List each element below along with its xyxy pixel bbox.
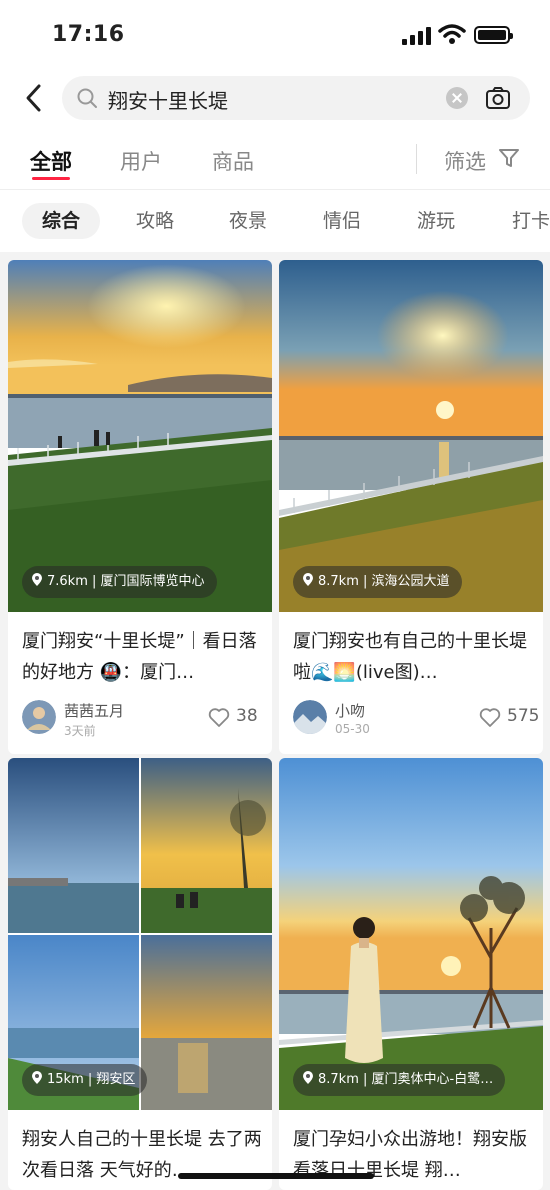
avatar[interactable]: [293, 700, 327, 734]
location-tag[interactable]: 15km | 翔安区: [22, 1064, 148, 1096]
location-text: 15km | 翔安区: [47, 1072, 136, 1087]
note-card[interactable]: 7.6km | 厦门国际博览中心 厦门翔安“十里长堤”｜看日落的好地方 🚇：厦门…: [8, 260, 272, 754]
post-date: 05-30: [335, 722, 370, 736]
search-result-tabs: 全部 用户 商品 筛选: [0, 128, 550, 190]
clear-search-icon[interactable]: [446, 87, 468, 109]
cellular-signal-icon: [402, 27, 432, 45]
location-pin-icon: [32, 1071, 42, 1084]
location-pin-icon: [303, 1071, 313, 1084]
heart-icon[interactable]: [479, 708, 501, 728]
chip-couples[interactable]: 情侣: [303, 203, 381, 239]
note-card[interactable]: 15km | 翔安区 翔安人自己的十里长堤 去了两次看日落 天气好的…: [8, 758, 272, 1190]
home-indicator[interactable]: [178, 1173, 374, 1179]
post-date: 3天前: [64, 724, 96, 738]
filter-button[interactable]: 筛选: [444, 146, 486, 176]
status-bar: 17:16: [0, 0, 550, 68]
note-card[interactable]: 8.7km | 厦门奥体中心-白鹭… 厦门孕妇小众出游地！翔安版看落日十里长堤 …: [279, 758, 543, 1190]
note-title[interactable]: 厦门翔安也有自己的十里长堤啦🌊🌅(live图)…: [293, 626, 533, 688]
search-query-text[interactable]: 翔安十里长堤: [108, 85, 228, 114]
back-arrow-icon[interactable]: [20, 82, 48, 114]
camera-search-icon[interactable]: [485, 85, 511, 111]
like-count: 575: [507, 706, 540, 726]
location-text: 8.7km | 滨海公园大道: [318, 574, 450, 589]
location-pin-icon: [303, 573, 313, 586]
author-name[interactable]: 小吻: [335, 700, 365, 721]
status-time: 17:16: [52, 22, 125, 47]
filter-icon[interactable]: [498, 147, 520, 169]
battery-icon: [474, 26, 513, 44]
location-pin-icon: [32, 573, 42, 586]
chip-play[interactable]: 游玩: [397, 203, 475, 239]
heart-icon[interactable]: [208, 708, 230, 728]
location-tag[interactable]: 8.7km | 厦门奥体中心-白鹭…: [293, 1064, 506, 1096]
location-tag[interactable]: 7.6km | 厦门国际博览中心: [22, 566, 217, 598]
search-input[interactable]: 翔安十里长堤: [62, 76, 530, 120]
chip-night-view[interactable]: 夜景: [209, 203, 287, 239]
active-tab-indicator: [32, 177, 70, 180]
author-name[interactable]: 茜茜五月: [64, 700, 124, 721]
tab-users[interactable]: 用户: [120, 146, 162, 176]
tab-all[interactable]: 全部: [30, 146, 72, 176]
location-text: 8.7km | 厦门奥体中心-白鹭…: [318, 1072, 494, 1087]
search-icon: [77, 88, 97, 108]
chip-guide[interactable]: 攻略: [116, 203, 194, 239]
avatar[interactable]: [22, 700, 56, 734]
location-text: 7.6km | 厦门国际博览中心: [47, 574, 205, 589]
note-cover-image[interactable]: [279, 260, 543, 612]
chip-comprehensive[interactable]: 综合: [22, 203, 101, 239]
chip-checkin[interactable]: 打卡: [492, 203, 550, 239]
tab-goods[interactable]: 商品: [212, 146, 254, 176]
like-count: 38: [236, 706, 258, 726]
note-title[interactable]: 厦门翔安“十里长堤”｜看日落的好地方 🚇：厦门…: [22, 626, 262, 688]
location-tag[interactable]: 8.7km | 滨海公园大道: [293, 566, 462, 598]
tab-divider: [416, 144, 417, 174]
note-card[interactable]: 8.7km | 滨海公园大道 厦门翔安也有自己的十里长堤啦🌊🌅(live图)… …: [279, 260, 543, 754]
category-chips: 综合 攻略 夜景 情侣 游玩 打卡: [0, 190, 550, 252]
search-header: 翔安十里长堤: [0, 68, 550, 128]
note-cover-image[interactable]: [279, 758, 543, 1110]
note-cover-image[interactable]: [8, 758, 272, 1110]
note-cover-image[interactable]: [8, 260, 272, 612]
wifi-icon: [438, 24, 466, 44]
